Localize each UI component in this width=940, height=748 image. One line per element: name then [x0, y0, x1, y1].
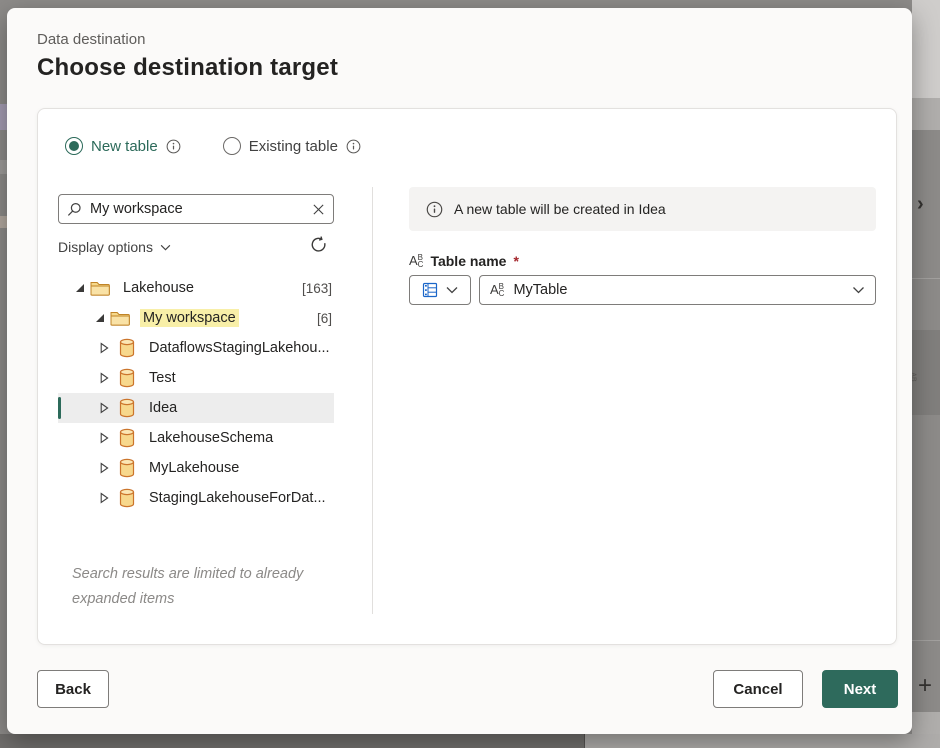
background-divider — [912, 278, 940, 279]
radio-existing-table-label: Existing table — [249, 138, 338, 155]
background-statusbar — [0, 734, 585, 748]
lakehouse-cylinder-icon — [118, 338, 136, 358]
tree-node-my-workspace[interactable]: My workspace [6] — [58, 303, 334, 333]
panel-divider — [372, 187, 373, 614]
next-button[interactable]: Next — [822, 670, 898, 708]
radio-new-table-label: New table — [91, 138, 158, 155]
tree-node-idea-selected[interactable]: Idea — [58, 393, 334, 423]
tree-node-label-search-match: My workspace — [140, 309, 239, 327]
info-icon[interactable] — [166, 139, 181, 154]
tree-node-lakehouse[interactable]: Lakehouse [163] — [58, 273, 334, 303]
lakehouse-cylinder-icon — [118, 428, 136, 448]
tree-node-lakehouseschema[interactable]: LakehouseSchema — [58, 423, 334, 453]
caret-collapsed-icon[interactable] — [100, 372, 109, 384]
background-app-strip — [912, 712, 940, 734]
tree-node-label: Lakehouse — [123, 280, 194, 296]
background-app-strip — [912, 98, 940, 130]
data-destination-dialog: Data destination Choose destination targ… — [7, 8, 912, 734]
table-mode-radio-group: New table Existing table — [65, 137, 361, 155]
table-name-label-row: Table name * — [409, 252, 519, 270]
search-value: My workspace — [90, 201, 304, 217]
search-limit-note: Search results are limited to already ex… — [72, 562, 314, 612]
tree-node-mylakehouse[interactable]: MyLakehouse — [58, 453, 334, 483]
clear-icon[interactable] — [312, 203, 325, 216]
lakehouse-cylinder-icon — [118, 488, 136, 508]
background-scrollbar — [585, 734, 940, 748]
radio-selected-icon — [65, 137, 83, 155]
column-type-dropdown[interactable] — [409, 275, 471, 305]
background-app-strip — [0, 216, 7, 228]
chevron-down-icon — [852, 286, 865, 294]
required-asterisk: * — [513, 253, 518, 269]
folder-icon — [90, 280, 110, 296]
caret-collapsed-icon[interactable] — [100, 462, 109, 474]
background-app-strip — [912, 0, 940, 98]
caret-collapsed-icon[interactable] — [100, 432, 109, 444]
info-icon[interactable] — [346, 139, 361, 154]
background-divider — [584, 734, 585, 748]
info-banner-text: A new table will be created in Idea — [454, 201, 666, 217]
folder-icon — [110, 310, 130, 326]
abc-text-type-icon — [490, 281, 504, 299]
back-button-label: Back — [55, 681, 91, 698]
table-name-label: Table name — [430, 253, 506, 269]
tree-node-count: [6] — [317, 311, 332, 326]
tree-node-label: Test — [149, 370, 176, 386]
search-icon — [67, 202, 82, 217]
chevron-down-icon — [160, 244, 171, 251]
background-app-strip — [0, 160, 7, 174]
next-button-label: Next — [844, 681, 877, 698]
info-icon — [426, 201, 443, 218]
caret-collapsed-icon[interactable] — [100, 402, 109, 414]
table-icon — [422, 282, 438, 298]
table-name-combobox[interactable]: MyTable — [479, 275, 876, 305]
dialog-eyebrow: Data destination — [37, 31, 145, 48]
radio-existing-table[interactable]: Existing table — [223, 137, 361, 155]
refresh-button[interactable] — [307, 233, 331, 257]
tree-node-label: MyLakehouse — [149, 460, 239, 476]
tree-node-label: LakehouseSchema — [149, 430, 273, 446]
refresh-icon — [310, 236, 328, 254]
lakehouse-cylinder-icon — [118, 458, 136, 478]
caret-expanded-icon[interactable] — [76, 284, 84, 292]
abc-text-type-icon — [409, 252, 423, 270]
lakehouse-cylinder-icon — [118, 368, 136, 388]
caret-expanded-icon[interactable] — [96, 314, 104, 322]
radio-unselected-icon — [223, 137, 241, 155]
tree-node-staging-lakehouse[interactable]: StagingLakehouseForDat... — [58, 483, 334, 513]
background-plus-glyph: + — [918, 672, 932, 700]
cancel-button[interactable]: Cancel — [713, 670, 803, 708]
tree-node-label: Idea — [149, 400, 177, 416]
selection-indicator-bar — [58, 397, 61, 419]
table-name-value: MyTable — [513, 282, 843, 298]
tree-node-label: StagingLakehouseForDat... — [149, 490, 326, 506]
background-divider — [912, 640, 940, 641]
radio-new-table[interactable]: New table — [65, 137, 181, 155]
dialog-title: Choose destination target — [37, 54, 338, 82]
background-app-strip — [0, 104, 7, 130]
display-options-dropdown[interactable]: Display options — [58, 239, 171, 255]
chevron-down-icon — [446, 286, 458, 294]
destination-card: New table Existing table My workspace — [37, 108, 897, 645]
tree-node-test[interactable]: Test — [58, 363, 334, 393]
tree-node-dataflows-staging[interactable]: DataflowsStagingLakehou... — [58, 333, 334, 363]
caret-collapsed-icon[interactable] — [100, 492, 109, 504]
lakehouse-cylinder-icon — [118, 398, 136, 418]
tree-node-count: [163] — [302, 281, 332, 296]
caret-collapsed-icon[interactable] — [100, 342, 109, 354]
workspace-search-input[interactable]: My workspace — [58, 194, 334, 224]
display-options-label: Display options — [58, 239, 153, 255]
cancel-button-label: Cancel — [733, 681, 782, 698]
info-banner: A new table will be created in Idea — [409, 187, 876, 231]
tree-node-label: DataflowsStagingLakehou... — [149, 340, 330, 356]
back-button[interactable]: Back — [37, 670, 109, 708]
background-chevron-glyph: › — [917, 193, 924, 216]
